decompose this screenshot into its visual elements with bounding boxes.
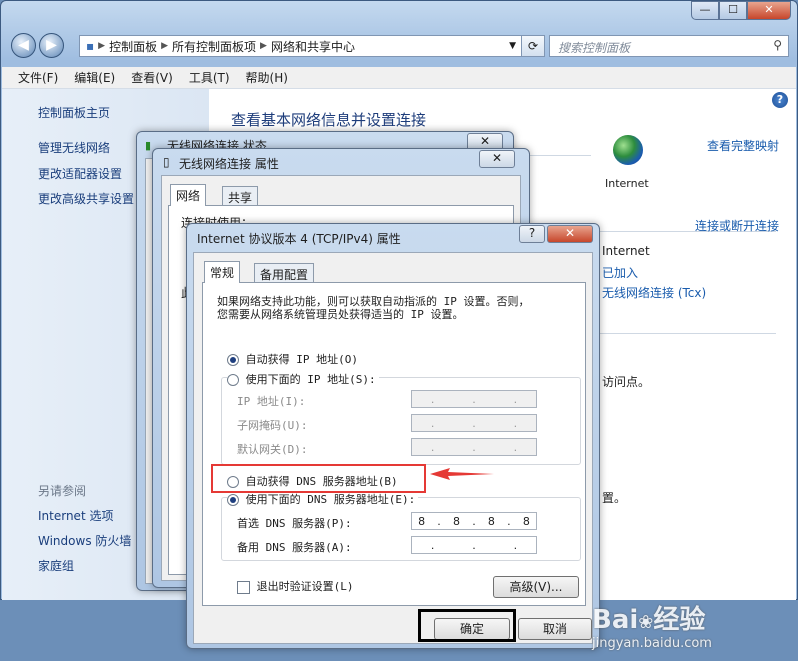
forward-arrow-icon[interactable]: ▶	[39, 33, 64, 58]
menu-view[interactable]: 查看(V)	[131, 69, 173, 86]
checkbox-icon[interactable]	[237, 580, 250, 594]
search-placeholder: 搜索控制面板	[558, 41, 631, 55]
close-icon[interactable]: ✕	[547, 225, 593, 243]
tab-sharing[interactable]: 共享	[222, 186, 259, 206]
pointer-arrow-icon	[430, 468, 494, 480]
caption-buttons: — ☐ ✕	[691, 1, 791, 20]
breadcrumb-network-center[interactable]: 网络和共享中心	[271, 38, 355, 55]
help-icon[interactable]: ?	[772, 92, 788, 108]
access-point-text: 访问点。	[602, 375, 651, 389]
ip-manual-label: 使用下面的 IP 地址(S):	[245, 373, 376, 386]
dns-octet: 8	[522, 514, 530, 528]
baidu-watermark: Bai❀经验 jingyan.baidu.com	[592, 599, 792, 651]
minimize-button[interactable]: —	[691, 1, 719, 20]
dns-octet: 8	[453, 514, 460, 528]
dns-auto-highlight-box	[211, 464, 426, 493]
maximize-button[interactable]: ☐	[719, 1, 747, 20]
ip-manual-option[interactable]: 使用下面的 IP 地址(S):	[227, 371, 379, 387]
ipv4-dialog-title: Internet 协议版本 4 (TCP/IPv4) 属性	[197, 232, 401, 246]
chevron-right-icon: ▶	[161, 41, 168, 51]
menu-help[interactable]: 帮助(H)	[246, 69, 288, 86]
watermark-url: jingyan.baidu.com	[592, 636, 712, 651]
subnet-label: 子网掩码(U):	[237, 419, 308, 432]
globe-icon	[613, 135, 643, 165]
paw-icon: ❀	[638, 612, 654, 633]
view-full-map-link[interactable]: 查看完整映射	[707, 137, 779, 154]
alternate-dns-label: 备用 DNS 服务器(A):	[237, 541, 352, 554]
internet-label: Internet	[605, 177, 649, 190]
breadcrumb-control-panel[interactable]: 控制面板	[109, 38, 157, 55]
subnet-field: ...	[411, 414, 537, 432]
chevron-right-icon: ▶	[98, 41, 106, 51]
help-button[interactable]: ?	[519, 225, 545, 243]
gateway-label: 默认网关(D):	[237, 443, 308, 456]
menu-edit[interactable]: 编辑(E)	[74, 69, 115, 86]
radio-selected-icon[interactable]	[227, 354, 239, 366]
close-icon[interactable]: ✕	[479, 150, 515, 168]
back-arrow-icon[interactable]: ◀	[11, 33, 36, 58]
description-line-2: 您需要从网络系统管理员处获得适当的 IP 设置。	[217, 308, 464, 321]
validate-option[interactable]: 退出时验证设置(L)	[237, 578, 354, 594]
gateway-field: ...	[411, 438, 537, 456]
search-input[interactable]: 搜索控制面板 ⚲	[549, 35, 789, 57]
ipv4-properties-dialog: Internet 协议版本 4 (TCP/IPv4) 属性 ? ✕ 常规 备用配…	[186, 223, 600, 649]
menu-file[interactable]: 文件(F)	[18, 69, 58, 86]
nav-adapter-settings[interactable]: 更改适配器设置	[38, 165, 122, 182]
address-row: ◀ ▶ ▪ ▶ 控制面板 ▶ 所有控制面板项 ▶ 网络和共享中心 ▼ ⟳ 搜索控…	[9, 32, 789, 60]
signal-icon: ▮	[145, 139, 152, 152]
nav-control-panel-home[interactable]: 控制面板主页	[38, 104, 110, 121]
nav-windows-firewall[interactable]: Windows 防火墙	[38, 532, 131, 549]
ok-highlight-box	[418, 609, 516, 642]
breadcrumb-all-items[interactable]: 所有控制面板项	[172, 38, 256, 55]
advanced-button[interactable]: 高级(V)...	[493, 576, 579, 598]
wireless-connection-link[interactable]: 无线网络连接 (Tcx)	[602, 284, 706, 301]
page-title: 查看基本网络信息并设置连接	[231, 111, 427, 129]
adapter-icon: ▯	[163, 155, 170, 169]
search-icon[interactable]: ⚲	[773, 38, 782, 52]
close-button[interactable]: ✕	[747, 1, 791, 20]
tab-network[interactable]: 网络	[170, 184, 207, 206]
properties-dialog-title: 无线网络连接 属性	[179, 157, 279, 171]
preferred-dns-field[interactable]: 8. 8. 8. 8	[411, 512, 537, 530]
nav-manage-wireless[interactable]: 管理无线网络	[38, 139, 110, 156]
dns-manual-label: 使用下面的 DNS 服务器地址(E):	[245, 493, 416, 506]
chevron-down-icon[interactable]: ▼	[509, 41, 516, 51]
nav-advanced-sharing[interactable]: 更改高级共享设置	[38, 190, 134, 207]
ip-auto-label: 自动获得 IP 地址(O)	[245, 353, 358, 366]
radio-unselected-icon[interactable]	[227, 374, 239, 386]
validate-label: 退出时验证设置(L)	[256, 580, 354, 593]
nav-internet-options[interactable]: Internet 选项	[38, 507, 113, 524]
access-type-value: Internet	[602, 244, 650, 258]
watermark-brand: Bai❀经验	[592, 605, 706, 635]
homegroup-joined-link[interactable]: 已加入	[602, 264, 638, 281]
radio-selected-icon[interactable]	[227, 494, 239, 506]
nav-homegroup[interactable]: 家庭组	[38, 557, 74, 574]
menu-tools[interactable]: 工具(T)	[189, 69, 230, 86]
connect-disconnect-link[interactable]: 连接或断开连接	[695, 217, 779, 234]
dns-octet: 8	[418, 514, 426, 528]
address-bar[interactable]: ▪ ▶ 控制面板 ▶ 所有控制面板项 ▶ 网络和共享中心 ▼	[79, 35, 523, 57]
see-also-heading: 另请参阅	[38, 484, 87, 498]
ipv4-dialog-body: 常规 备用配置 如果网络支持此功能，则可以获取自动指派的 IP 设置。否则， 您…	[193, 252, 593, 644]
dns-manual-option[interactable]: 使用下面的 DNS 服务器地址(E):	[227, 491, 419, 507]
cancel-button[interactable]: 取消	[518, 618, 592, 640]
chevron-right-icon: ▶	[260, 41, 267, 51]
ip-address-field: ...	[411, 390, 537, 408]
settings-text: 置。	[602, 491, 627, 505]
general-tab-panel: 如果网络支持此功能，则可以获取自动指派的 IP 设置。否则， 您需要从网络系统管…	[202, 282, 586, 606]
ip-address-label: IP 地址(I):	[237, 395, 306, 408]
alternate-dns-field[interactable]: ...	[411, 536, 537, 554]
refresh-icon[interactable]: ⟳	[521, 35, 545, 57]
tab-general[interactable]: 常规	[204, 261, 241, 283]
ip-auto-option[interactable]: 自动获得 IP 地址(O)	[227, 351, 358, 367]
preferred-dns-label: 首选 DNS 服务器(P):	[237, 517, 352, 530]
tab-alternate[interactable]: 备用配置	[254, 263, 315, 283]
dns-octet: 8	[487, 514, 495, 528]
menu-bar: 文件(F) 编辑(E) 查看(V) 工具(T) 帮助(H)	[2, 67, 796, 89]
control-panel-icon: ▪	[86, 39, 95, 53]
